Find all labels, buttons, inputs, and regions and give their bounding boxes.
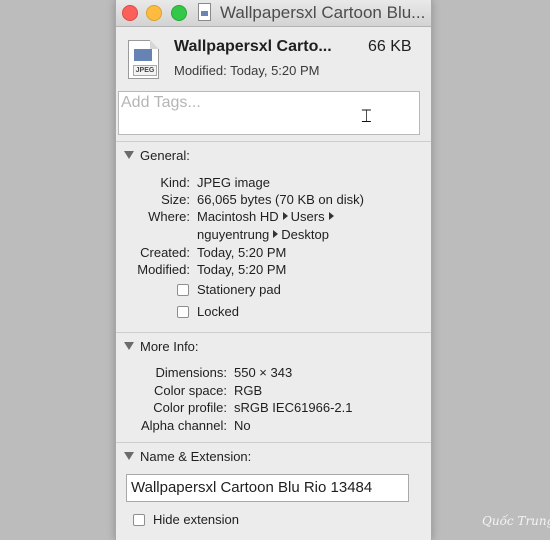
window-title: Wallpapersxl Cartoon Blu... (220, 3, 426, 22)
where-path-continued: nguyentrung Desktop (197, 227, 329, 242)
jpeg-file-icon[interactable]: JPEG (128, 40, 159, 79)
watermark-signature: Quốc Trung (482, 514, 550, 528)
name-extension-heading: Name & Extension: (140, 449, 252, 464)
where-path: Macintosh HD Users (197, 209, 337, 224)
path-volume: Macintosh HD (197, 209, 279, 224)
more-info-heading: More Info: (140, 339, 199, 354)
divider (116, 332, 431, 333)
size-value: 66,065 bytes (70 KB on disk) (197, 192, 364, 207)
modified-value: Today, 5:20 PM (197, 262, 287, 277)
kind-label: Kind: (160, 175, 190, 190)
size-label: Size: (161, 192, 190, 207)
close-icon[interactable] (122, 5, 138, 21)
alpha-channel-label: Alpha channel: (140, 418, 227, 433)
locked-label: Locked (197, 304, 239, 319)
where-label: Where: (148, 209, 190, 224)
locked-checkbox[interactable] (177, 306, 189, 318)
document-shape: JPEG (128, 40, 159, 79)
text-cursor-icon: ⌶ (361, 106, 372, 126)
path-arrow-icon (328, 212, 334, 220)
color-profile-value: sRGB IEC61966-2.1 (234, 400, 353, 415)
maximize-icon[interactable] (171, 5, 187, 21)
path-folder-user: nguyentrung (197, 227, 270, 242)
kind-value: JPEG image (197, 175, 270, 190)
page-fold (150, 40, 159, 49)
hide-extension-checkbox[interactable] (133, 514, 145, 526)
color-profile-label: Color profile: (153, 400, 227, 415)
more-info-section-header[interactable]: More Info: (124, 339, 199, 354)
tags-field[interactable]: Add Tags... (118, 91, 420, 135)
general-section-header[interactable]: General: (124, 148, 190, 163)
path-folder-desktop: Desktop (281, 227, 329, 242)
dimensions-label: Dimensions: (155, 365, 227, 380)
modified-date: Modified: Today, 5:20 PM (174, 63, 320, 78)
hide-extension-label: Hide extension (153, 512, 239, 527)
modified-label: Modified: (137, 262, 190, 277)
general-heading: General: (140, 148, 190, 163)
file-type-badge: JPEG (133, 65, 157, 76)
path-arrow-icon (282, 212, 288, 220)
get-info-window: Wallpapersxl Cartoon Blu... JPEG Wallpap… (115, 0, 432, 540)
stationery-pad-checkbox[interactable] (177, 284, 189, 296)
divider (116, 141, 431, 142)
disclosure-triangle-icon[interactable] (124, 452, 134, 460)
dimensions-value: 550 × 343 (234, 365, 293, 380)
color-space-label: Color space: (154, 383, 227, 398)
stationery-pad-label: Stationery pad (197, 282, 281, 297)
image-preview (134, 49, 152, 61)
color-space-value: RGB (234, 383, 263, 398)
title-bar[interactable]: Wallpapersxl Cartoon Blu... (116, 0, 431, 27)
file-size: 66 KB (368, 38, 412, 55)
path-folder-users: Users (290, 209, 325, 224)
divider (116, 442, 431, 443)
created-label: Created: (140, 245, 190, 260)
tags-placeholder: Add Tags... (121, 94, 201, 111)
title-file-icon (198, 3, 211, 21)
path-arrow-icon (273, 230, 279, 238)
created-value: Today, 5:20 PM (197, 245, 287, 260)
minimize-icon[interactable] (146, 5, 162, 21)
alpha-channel-value: No (234, 418, 251, 433)
name-extension-section-header[interactable]: Name & Extension: (124, 449, 251, 464)
file-name-input[interactable]: Wallpapersxl Cartoon Blu Rio 13484 (126, 474, 409, 502)
disclosure-triangle-icon[interactable] (124, 151, 134, 159)
file-name: Wallpapersxl Carto... (174, 38, 332, 55)
disclosure-triangle-icon[interactable] (124, 342, 134, 350)
